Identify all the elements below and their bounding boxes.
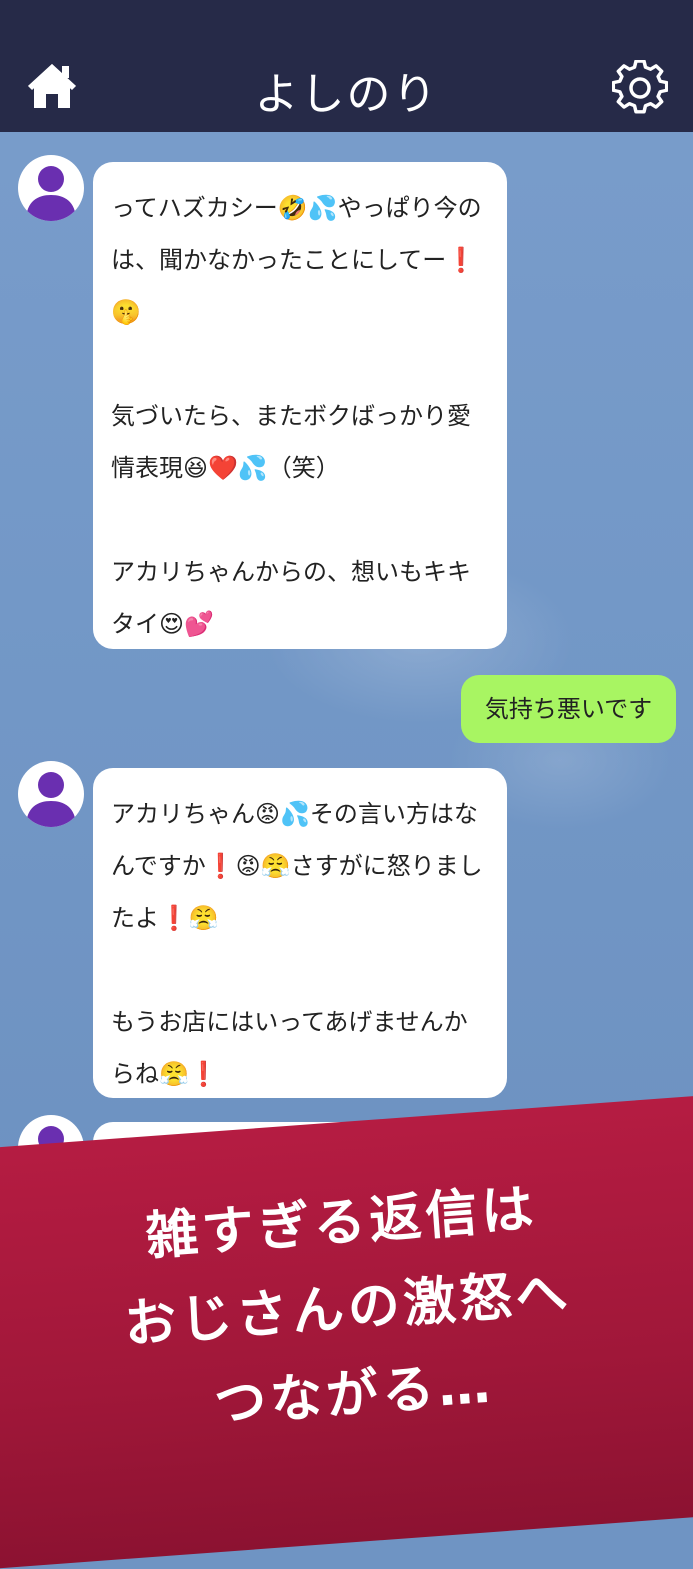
settings-button[interactable]: [611, 59, 669, 116]
page-title: よしのり: [254, 69, 439, 120]
gear-icon: [611, 59, 669, 114]
message-bubble-outgoing: 気持ち悪いです: [461, 675, 676, 743]
person-silhouette-icon: [26, 772, 76, 827]
message-bubble-incoming: アカリちゃん😡💦その言い方はなんですか❗😡😤さすがに怒りましたよ❗😤 もうお店に…: [93, 768, 507, 1098]
promo-caption: 雑すぎる返信は おじさんの激怒へ つながる…: [0, 1115, 693, 1465]
sender-avatar[interactable]: [18, 761, 84, 827]
sender-avatar[interactable]: [18, 155, 84, 221]
header-bar: よしのり: [0, 0, 693, 132]
person-silhouette-icon: [26, 166, 76, 221]
message-bubble-incoming: ってハズカシー🤣💦やっぱり今のは、聞かなかったことにしてー❗🤫 気づいたら、また…: [93, 162, 507, 649]
